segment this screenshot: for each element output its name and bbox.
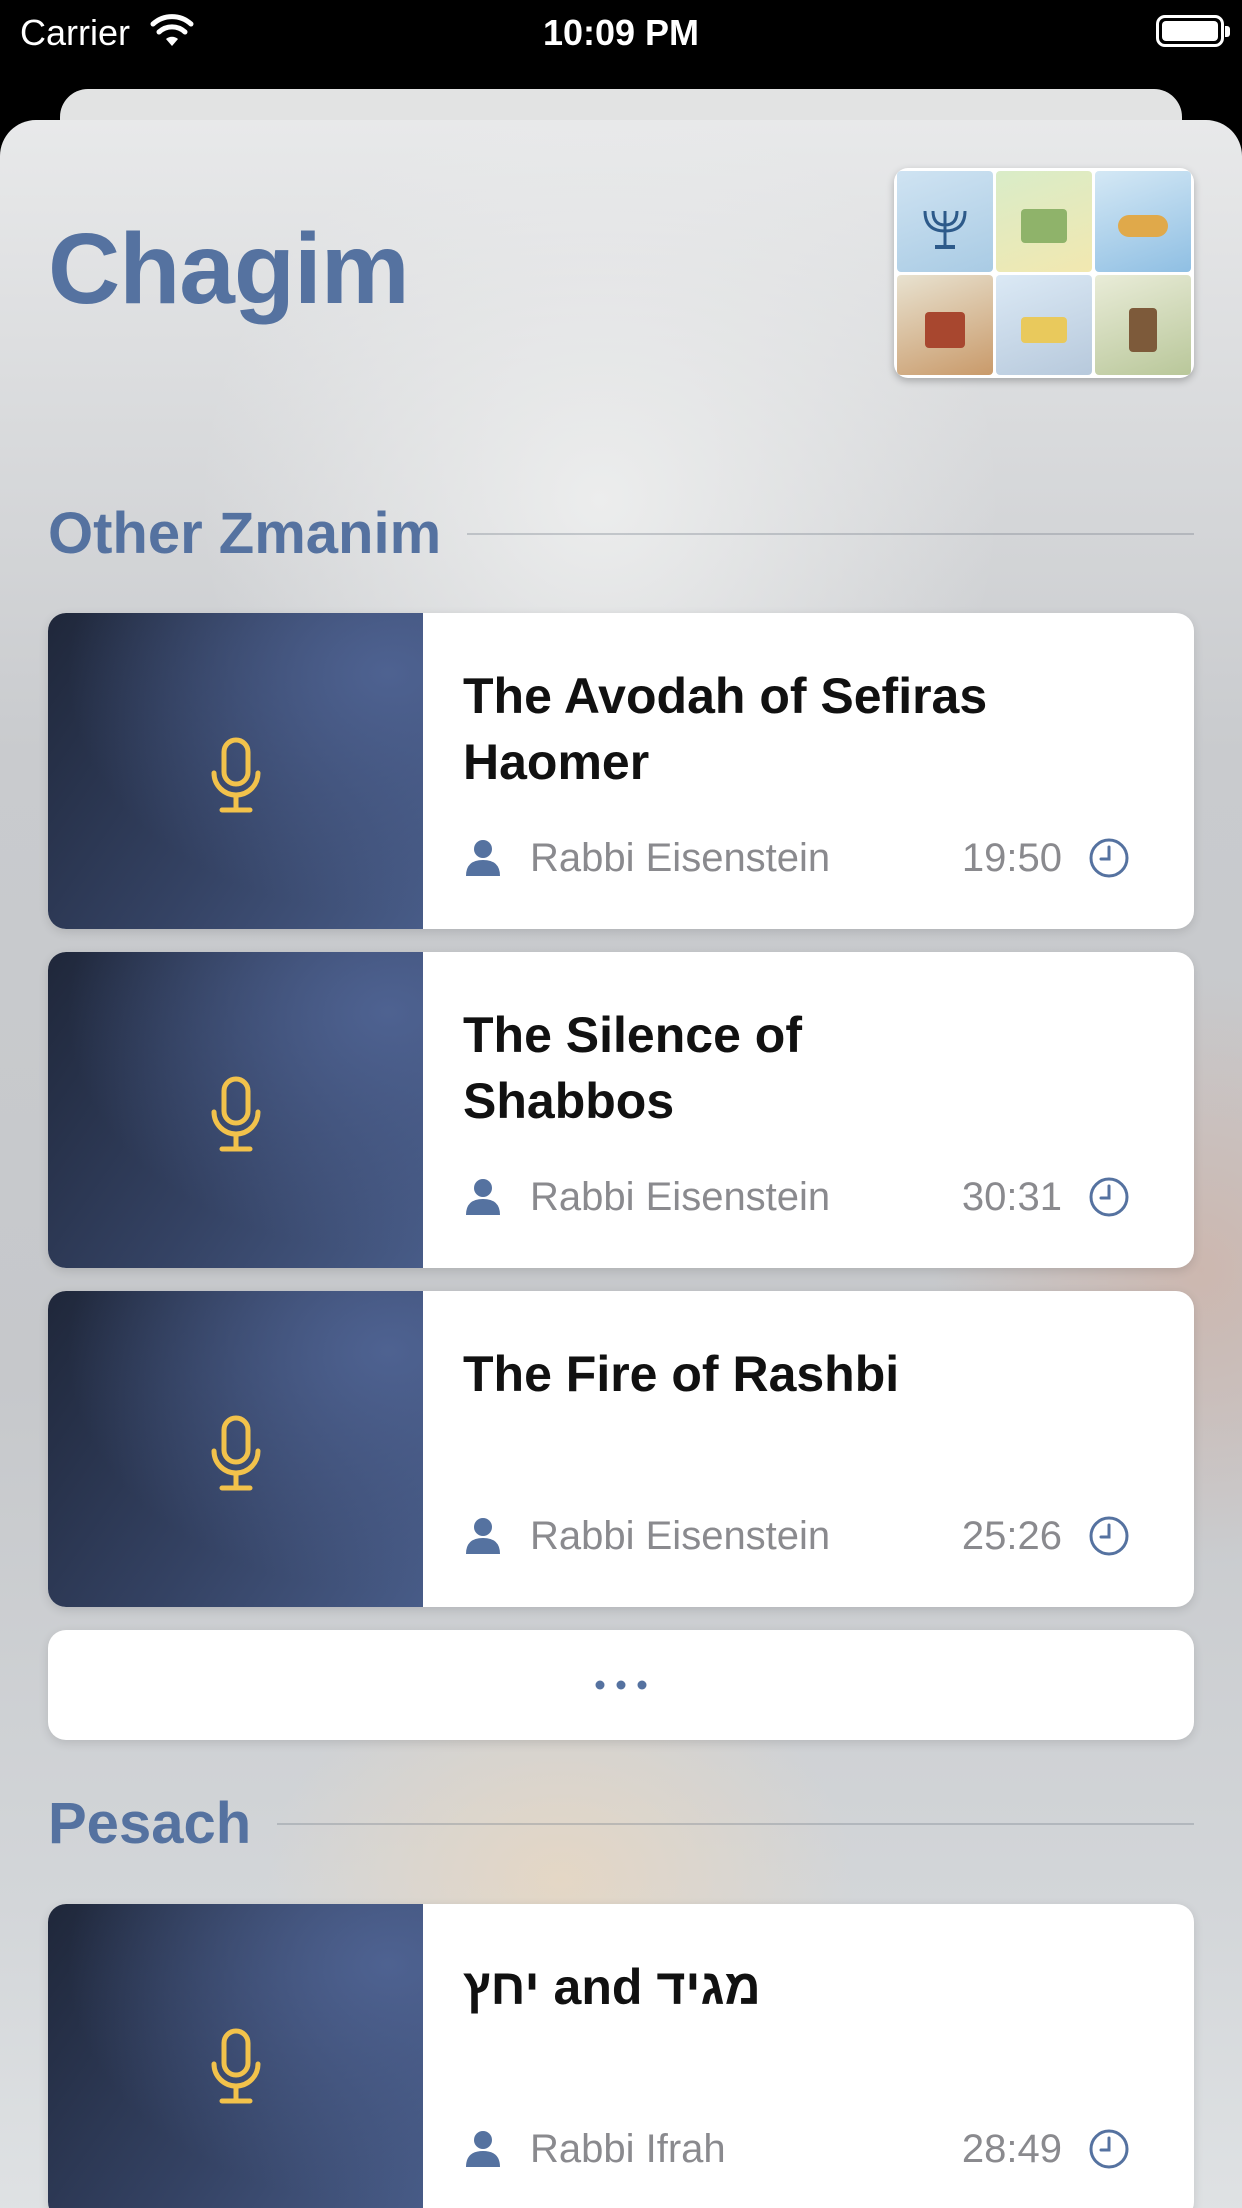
shiur-title: The Fire of Rashbi xyxy=(463,1346,900,1402)
shiur-title: The Silence of Shabbos xyxy=(463,1007,802,1129)
clock-icon xyxy=(1089,838,1129,878)
thumbnail-tile xyxy=(996,274,1092,375)
thumbnail-tile xyxy=(1095,171,1191,272)
clock-icon xyxy=(1089,1516,1129,1556)
microphone-icon xyxy=(211,737,261,813)
clock-time: 10:09 PM xyxy=(542,12,700,53)
thumbnail-tile xyxy=(996,171,1092,272)
tablets-icon xyxy=(925,311,965,348)
page-title: Chagim xyxy=(48,213,410,325)
shiur-duration: 28:49 xyxy=(961,2127,1062,2171)
shiur-author: Rabbi Ifrah xyxy=(530,2127,726,2171)
section-header-other-zmanim: Other Zmanim xyxy=(48,500,1194,567)
section-divider xyxy=(277,1822,1194,1825)
person-icon xyxy=(466,1179,500,1215)
megillah-icon xyxy=(1129,307,1157,352)
shiur-duration: 25:26 xyxy=(961,1514,1062,1558)
section-divider xyxy=(467,532,1194,535)
shiur-author: Rabbi Eisenstein xyxy=(530,1175,831,1219)
ellipsis-icon xyxy=(595,1680,647,1690)
card-artwork xyxy=(48,1291,423,1607)
section-header-pesach: Pesach xyxy=(48,1790,1194,1857)
clock-icon xyxy=(1089,1177,1129,1217)
shiur-title: יחץ and מגיד xyxy=(463,1959,761,2015)
shiur-author: Rabbi Eisenstein xyxy=(530,1514,831,1558)
person-icon xyxy=(466,840,500,876)
shiur-author: Rabbi Eisenstein xyxy=(530,836,831,880)
card-artwork xyxy=(48,952,423,1268)
shiur-card[interactable]: The Avodah of Sefiras Haomer Rabbi Eisen… xyxy=(48,613,1194,929)
microphone-icon xyxy=(211,1076,261,1152)
status-bar: Carrier 10:09 PM xyxy=(0,0,1242,62)
sukkah-icon xyxy=(1021,209,1067,244)
thumbnail-tile xyxy=(1095,274,1191,375)
shiur-card[interactable]: The Silence of Shabbos Rabbi Eisenstein … xyxy=(48,952,1194,1268)
matzah-icon xyxy=(1021,316,1067,343)
section-title: Other Zmanim xyxy=(48,501,442,566)
microphone-icon xyxy=(211,2028,261,2104)
holidays-thumbnail-image[interactable] xyxy=(894,168,1194,378)
shiur-card[interactable]: The Fire of Rashbi Rabbi Eisenstein 25:2… xyxy=(48,1291,1194,1607)
clock-icon xyxy=(1089,2129,1129,2169)
person-icon xyxy=(466,1518,500,1554)
card-artwork xyxy=(48,613,423,929)
thumbnail-tile xyxy=(897,274,993,375)
shiur-card[interactable]: יחץ and מגיד Rabbi Ifrah 28:49 xyxy=(48,1904,1194,2208)
thumbnail-tile xyxy=(897,171,993,272)
card-artwork xyxy=(48,1904,423,2208)
person-icon xyxy=(466,2131,500,2167)
chagim-sheet: Chagim Other Zmanim The Avodah of Sefira… xyxy=(0,120,1242,2208)
section-title: Pesach xyxy=(48,1791,252,1856)
shiur-duration: 19:50 xyxy=(961,836,1062,880)
battery-icon xyxy=(1156,15,1230,47)
more-button[interactable] xyxy=(48,1630,1194,1740)
menorah-icon xyxy=(923,211,967,250)
shiur-title: The Avodah of Sefiras Haomer xyxy=(463,668,988,790)
shiur-duration: 30:31 xyxy=(961,1175,1062,1219)
microphone-icon xyxy=(211,1415,261,1491)
shofar-icon xyxy=(1118,215,1168,238)
